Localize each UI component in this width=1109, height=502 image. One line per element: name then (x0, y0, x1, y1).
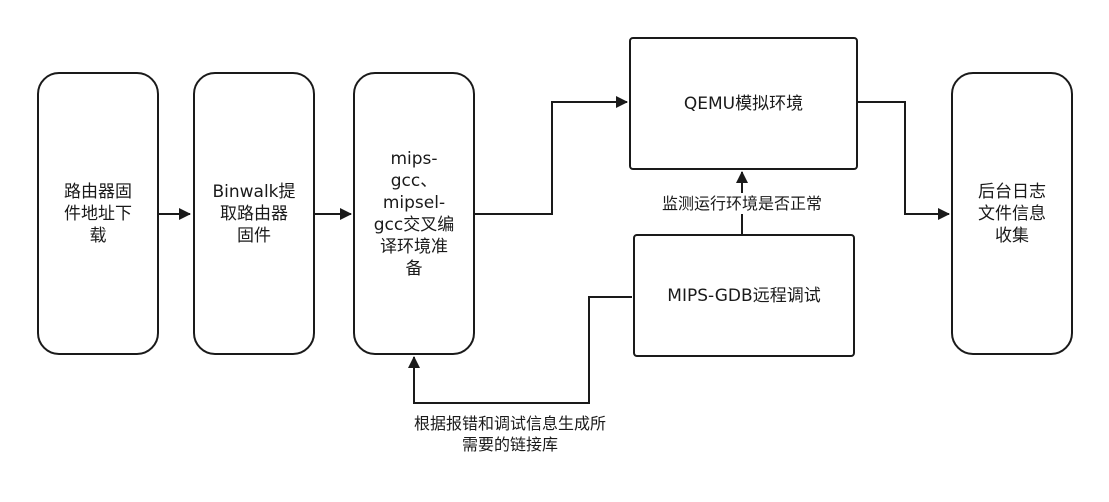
node-log-collection: 后台日志 文件信息 收集 (951, 72, 1073, 355)
node-label: MIPS-GDB远程调试 (667, 285, 821, 306)
node-cross-compile-prep: mips- gcc、 mipsel- gcc交叉编 译环境准 备 (353, 72, 475, 355)
node-label: 后台日志 文件信息 收集 (978, 181, 1046, 246)
node-label: Binwalk提 取路由器 固件 (212, 181, 296, 246)
edge-label-monitor-env: 监测运行环境是否正常 (637, 193, 847, 214)
node-binwalk-extract: Binwalk提 取路由器 固件 (193, 72, 315, 355)
node-mips-gdb-debug: MIPS-GDB远程调试 (633, 234, 855, 357)
node-label: QEMU模拟环境 (683, 93, 804, 114)
node-label: 路由器固 件地址下 载 (64, 181, 132, 246)
node-qemu-emulation: QEMU模拟环境 (629, 37, 858, 170)
node-router-firmware-download: 路由器固 件地址下 载 (37, 72, 159, 355)
edge-crosscompile-to-qemu (474, 96, 628, 215)
edge-label-generate-libs: 根据报错和调试信息生成所 需要的链接库 (413, 414, 606, 454)
edge-qemu-to-logs (857, 101, 950, 220)
node-label: mips- gcc、 mipsel- gcc交叉编 译环境准 备 (373, 148, 455, 279)
